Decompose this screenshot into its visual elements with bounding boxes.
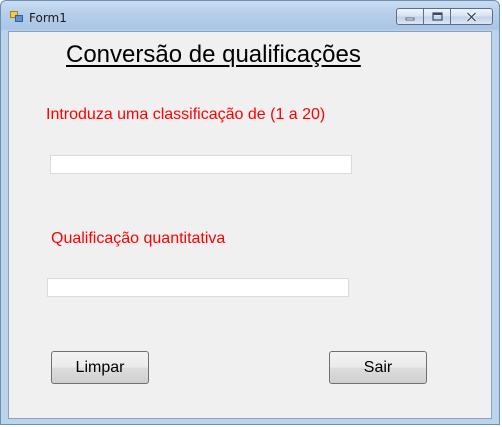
form-client-area: Conversão de qualificações Introduza uma…	[8, 31, 492, 419]
quantitative-output-label: Qualificação quantitativa	[51, 230, 226, 247]
maximize-button[interactable]	[423, 8, 451, 25]
app-window: Form1 Conversão de qualificações Introdu…	[0, 0, 500, 425]
minimize-icon	[405, 17, 415, 20]
window-controls	[396, 8, 493, 26]
grade-input-label: Introduza uma classificação de (1 a 20)	[46, 106, 326, 123]
maximize-icon	[431, 12, 443, 21]
exit-button[interactable]: Sair	[329, 351, 427, 384]
clear-button[interactable]: Limpar	[51, 351, 149, 384]
minimize-button[interactable]	[396, 8, 424, 25]
close-icon	[466, 11, 477, 22]
title-bar[interactable]: Form1	[1, 1, 499, 31]
close-button[interactable]	[450, 8, 493, 25]
grade-input-field[interactable]	[50, 155, 352, 174]
form-app-icon	[10, 11, 23, 22]
window-title: Form1	[29, 11, 67, 25]
page-title: Conversão de qualificações	[66, 41, 361, 68]
quantitative-output-field[interactable]	[47, 278, 349, 297]
